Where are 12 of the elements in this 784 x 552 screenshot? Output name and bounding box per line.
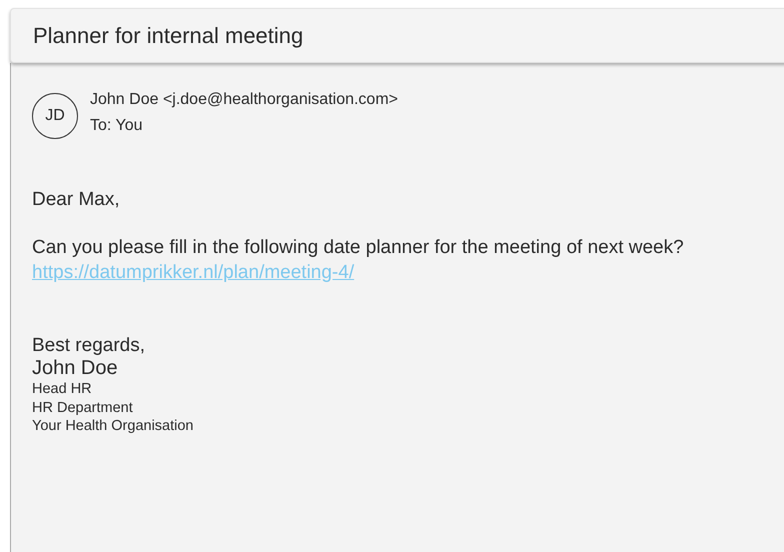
- signature-line: Your Health Organisation: [32, 417, 194, 436]
- greeting-text: Dear Max,: [32, 189, 121, 211]
- signature-line: HR Department: [32, 398, 134, 418]
- recipient-line: To: You: [90, 117, 144, 135]
- sender-avatar: JD: [32, 93, 78, 139]
- signature-line: Head HR: [32, 380, 93, 399]
- message-paragraph: Can you please fill in the following date planner for the meeting of next week? https://datumprikker.nl/plan/meeting-4/: [32, 236, 685, 285]
- sender-address: John Doe <j.doe@healthorganisation.com>: [90, 91, 398, 109]
- signature-name: John Doe: [32, 357, 119, 380]
- closing-text: Best regards,: [32, 335, 146, 358]
- email-subject: Planner for internal meeting: [33, 22, 304, 48]
- planner-link[interactable]: https://datumprikker.nl/plan/meeting-4/: [32, 262, 354, 283]
